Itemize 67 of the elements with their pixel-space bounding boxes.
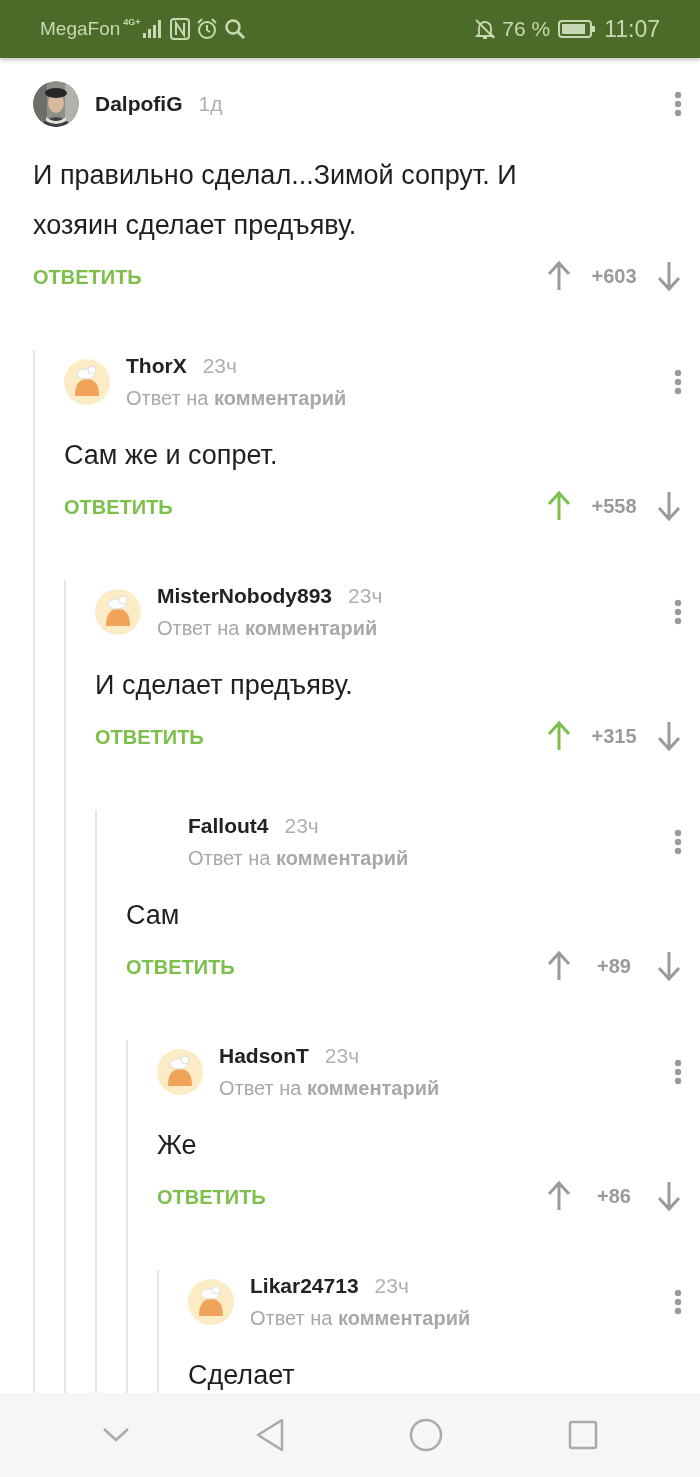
- more-options-icon[interactable]: [674, 1059, 682, 1085]
- downvote-icon[interactable]: [656, 950, 682, 982]
- comment-text: Сделает: [188, 1359, 296, 1392]
- comment-text: Же: [157, 1129, 198, 1162]
- carrier-name: MegaFon: [40, 16, 121, 41]
- downvote-icon[interactable]: [656, 260, 682, 292]
- back-icon[interactable]: [254, 1418, 285, 1452]
- comment-text: Сам: [126, 899, 181, 932]
- comment-time: 23ч: [202, 353, 237, 380]
- reply-to-label[interactable]: Ответ на комментарий: [126, 383, 347, 413]
- alarm-icon: [195, 18, 218, 40]
- avatar-icon: [188, 1279, 234, 1325]
- downvote-icon[interactable]: [656, 720, 682, 752]
- author-name[interactable]: Fallout4: [188, 810, 269, 842]
- nfc-icon: [169, 18, 190, 40]
- author-name[interactable]: MisterNobody893: [157, 580, 333, 612]
- comment-text: И сделает предъяву.: [95, 669, 354, 702]
- reply-button[interactable]: ОТВЕТИТЬ: [33, 262, 142, 292]
- avatar-icon: [64, 359, 110, 405]
- upvote-icon[interactable]: [546, 1180, 572, 1212]
- battery-percent: 76 %: [502, 16, 551, 43]
- clock-time: 11:07: [604, 14, 660, 44]
- avatar-icon: [157, 1049, 203, 1095]
- comment-time: 1д: [198, 91, 223, 118]
- reply-button[interactable]: ОТВЕТИТЬ: [95, 722, 204, 752]
- reply-to-label[interactable]: Ответ на комментарий: [157, 613, 378, 643]
- more-options-icon[interactable]: [674, 599, 682, 625]
- comment-time: 23ч: [374, 1273, 409, 1300]
- chevron-down-icon[interactable]: [102, 1427, 131, 1443]
- author-name[interactable]: Likar24713: [250, 1270, 359, 1302]
- upvote-icon[interactable]: [546, 720, 572, 752]
- comment-time: 23ч: [284, 813, 319, 840]
- reply-to-label[interactable]: Ответ на комментарий: [188, 843, 409, 873]
- vote-score: +603: [590, 264, 638, 289]
- search-icon: [223, 18, 246, 40]
- home-icon[interactable]: [409, 1418, 444, 1452]
- network-type: 4G+: [123, 16, 141, 29]
- downvote-icon[interactable]: [656, 1180, 682, 1212]
- upvote-icon[interactable]: [546, 950, 572, 982]
- comment-text: Сам же и сопрет.: [64, 439, 279, 472]
- author-name[interactable]: ThorX: [126, 350, 187, 382]
- reply-button[interactable]: ОТВЕТИТЬ: [157, 1182, 266, 1212]
- vote-score: +315: [590, 724, 638, 749]
- comment-time: 23ч: [324, 1043, 360, 1070]
- more-options-icon[interactable]: [674, 829, 682, 855]
- upvote-icon[interactable]: [546, 490, 572, 522]
- more-options-icon[interactable]: [674, 369, 682, 395]
- reply-button[interactable]: ОТВЕТИТЬ: [126, 952, 235, 982]
- reply-to-label[interactable]: Ответ на комментарий: [250, 1303, 471, 1333]
- more-options-icon[interactable]: [674, 1289, 682, 1315]
- author-name[interactable]: DalpofiG: [95, 88, 183, 120]
- avatar-icon: [95, 589, 141, 635]
- vote-score: +558: [590, 494, 638, 519]
- vote-score: +86: [596, 1184, 632, 1209]
- upvote-icon[interactable]: [546, 260, 572, 292]
- reply-button[interactable]: ОТВЕТИТЬ: [64, 492, 173, 522]
- reply-to-label[interactable]: Ответ на комментарий: [219, 1073, 440, 1103]
- comment-text: И правильно сделал...Зимой сопрут. И хозяин сделает предъяву.: [33, 159, 518, 242]
- comment-time: 23ч: [348, 583, 383, 610]
- signal-icon: [141, 19, 164, 39]
- downvote-icon[interactable]: [656, 490, 682, 522]
- vote-score: +89: [596, 954, 632, 979]
- muted-bell-icon: [474, 18, 497, 40]
- battery-icon: [558, 19, 597, 39]
- recents-icon[interactable]: [567, 1420, 598, 1450]
- author-name[interactable]: HadsonT: [219, 1040, 309, 1072]
- more-options-icon[interactable]: [674, 91, 682, 117]
